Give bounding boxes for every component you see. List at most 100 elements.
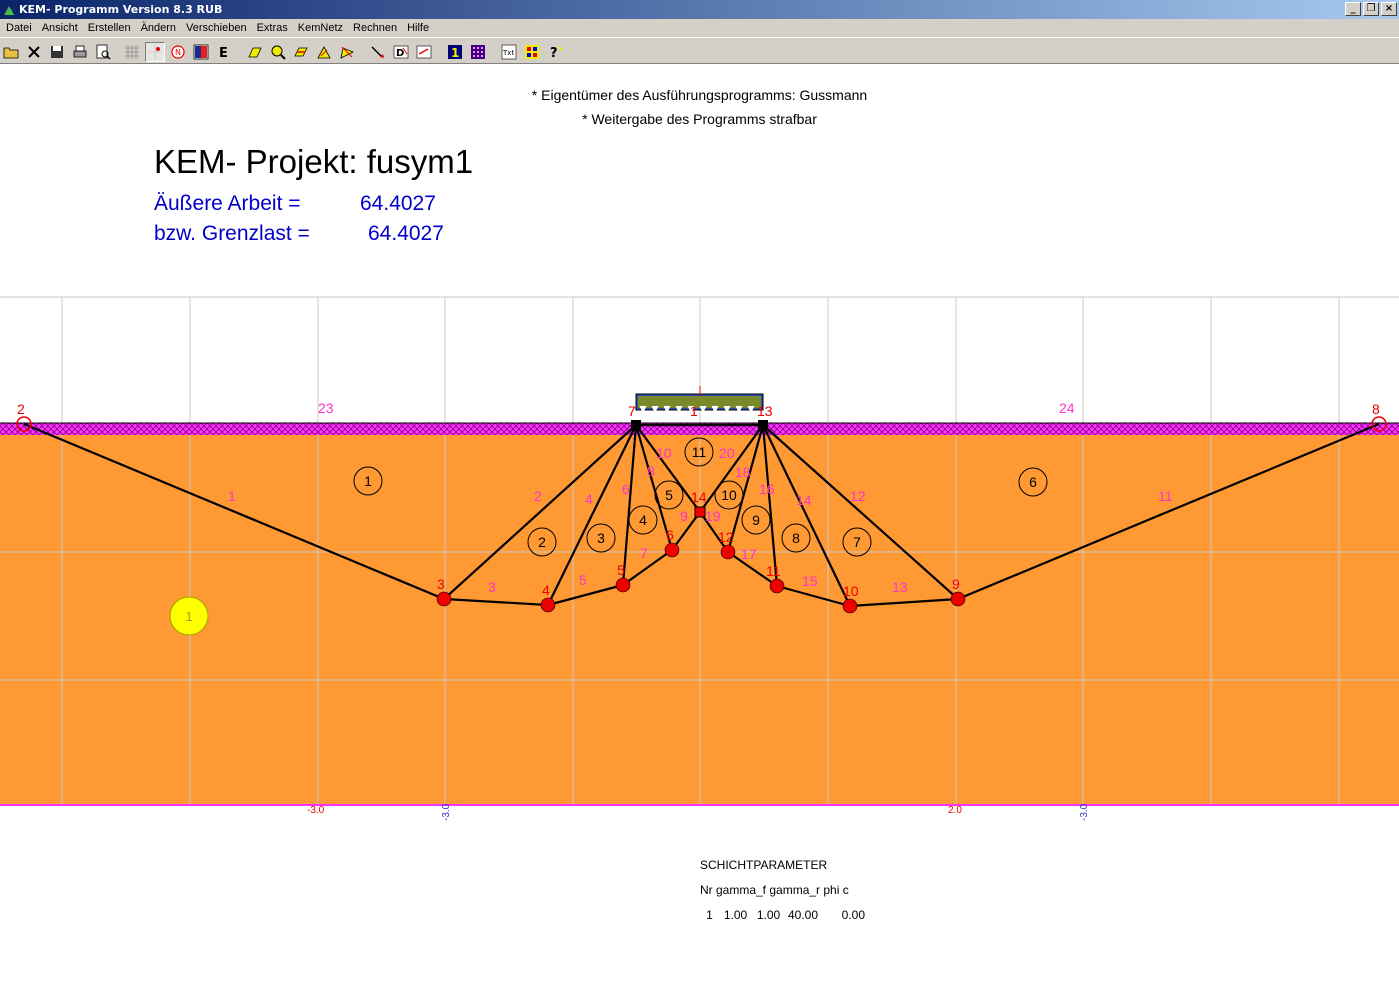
arrow2-icon[interactable] [414,42,434,62]
body-label: 8 [792,530,800,546]
svg-text:1: 1 [451,46,459,60]
node-3[interactable] [436,591,452,607]
edge-label: 1 [228,488,236,504]
layer-c: 0.00 [841,908,865,922]
triangle-icon[interactable] [314,42,334,62]
edge-label: 12 [850,488,866,504]
edge-label: 20 [719,445,735,461]
edge-label: 15 [802,573,818,589]
print-preview-icon[interactable] [93,42,113,62]
edge-label: 3 [488,579,496,595]
node-n-icon[interactable]: N [168,42,188,62]
close-x-icon[interactable] [24,42,44,62]
node-12[interactable] [720,544,736,560]
menu-datei[interactable]: Datei [2,22,38,34]
help-icon[interactable]: ? [545,42,565,62]
body-label: 3 [597,530,605,546]
node-9[interactable] [950,591,966,607]
external-work-label: Äußere Arbeit = [154,192,301,215]
menu-bar: Datei Ansicht Erstellen Ändern Verschieb… [0,19,1399,37]
node-13[interactable] [758,420,768,430]
body-label: 7 [853,534,861,550]
minimize-button[interactable]: _ [1345,2,1361,16]
edge-label: 16 [759,481,775,497]
body-label: 9 [752,512,760,528]
axis-label: 2.0 [948,805,962,816]
menu-hilfe[interactable]: Hilfe [403,22,435,34]
menu-aendern[interactable]: Ändern [137,22,182,34]
layer-params-columns: Nr gamma_f gamma_r phi c [700,883,849,897]
edge-label: 19 [705,508,721,524]
grid-icon[interactable] [122,42,142,62]
rotate-icon[interactable] [337,42,357,62]
axis-label: -3.0 [1079,803,1090,821]
node-label: 3 [437,576,445,592]
app-icon [4,5,14,15]
node-label: 11 [766,563,781,579]
title-bar: KEM- Programm Version 8.3 RUB _ ❐ × [0,0,1399,19]
edge-label: 7 [640,545,648,561]
node-label: 13 [757,403,773,419]
node-label: 9 [952,576,960,592]
edge-label: 13 [892,579,908,595]
node-label: 7 [628,403,636,419]
body-label: 10 [721,487,737,503]
open-folder-icon[interactable] [1,42,21,62]
footing [635,386,764,414]
d-icon[interactable]: D [391,42,411,62]
node-5[interactable] [615,577,631,593]
project-title: KEM- Projekt: fusym1 [154,143,474,180]
body-label: 2 [538,534,546,550]
point-icon[interactable] [145,42,165,62]
print-icon[interactable] [70,42,90,62]
body-label: 4 [639,512,647,528]
node-label: 6 [666,527,674,543]
node-label: 5 [617,562,625,578]
color-icon[interactable] [191,42,211,62]
dots-icon[interactable] [522,42,542,62]
arrow-icon[interactable] [368,42,388,62]
node-7[interactable] [631,420,641,430]
menu-erstellen[interactable]: Erstellen [84,22,137,34]
node-6[interactable] [664,542,680,558]
e-icon[interactable]: E [214,42,234,62]
window-title: KEM- Programm Version 8.3 RUB [19,3,223,16]
menu-rechnen[interactable]: Rechnen [349,22,403,34]
node-14[interactable] [694,506,706,518]
edge-label: 10 [656,445,672,461]
restore-button[interactable]: ❐ [1363,2,1379,16]
distribution-note: * Weitergabe des Programms strafbar [582,111,817,127]
zoom-icon[interactable] [268,42,288,62]
menu-kemnetz[interactable]: KemNetz [294,22,349,34]
edge-label: 8 [647,463,655,479]
edge-label: 9 [680,508,688,524]
mechanism-drawing[interactable]: 1 2 8 3 4 5 6 7 13 1 14 12 11 10 9 1 2 3… [0,294,1399,824]
drawing-canvas[interactable]: * Eigentümer des Ausführungsprogramms: G… [0,64,1399,985]
node-11[interactable] [769,578,785,594]
edge-label: 14 [796,492,812,508]
body-label: 1 [364,473,372,489]
body-label: 11 [692,444,707,460]
close-button[interactable]: × [1381,2,1397,16]
layer-params-header: SCHICHTPARAMETER [700,858,828,872]
move-icon[interactable] [291,42,311,62]
edge-label: 24 [1059,400,1075,416]
one-icon[interactable]: 1 [445,42,465,62]
node-label: 8 [1372,401,1380,417]
save-icon[interactable] [47,42,67,62]
node-4[interactable] [540,597,556,613]
edge-label: 6 [622,481,630,497]
edge-label: 2 [534,488,542,504]
edge-icon[interactable] [245,42,265,62]
owner-note: * Eigentümer des Ausführungsprogramms: G… [531,87,868,103]
text-icon[interactable]: Txt [499,42,519,62]
node-10[interactable] [842,598,858,614]
menu-verschieben[interactable]: Verschieben [182,22,253,34]
body-label: 5 [665,487,673,503]
svg-text:?: ? [550,46,558,60]
menu-ansicht[interactable]: Ansicht [38,22,84,34]
svg-text:N: N [175,48,181,57]
menu-extras[interactable]: Extras [253,22,294,34]
layer-nr: 1 [706,908,713,922]
matrix-icon[interactable] [468,42,488,62]
